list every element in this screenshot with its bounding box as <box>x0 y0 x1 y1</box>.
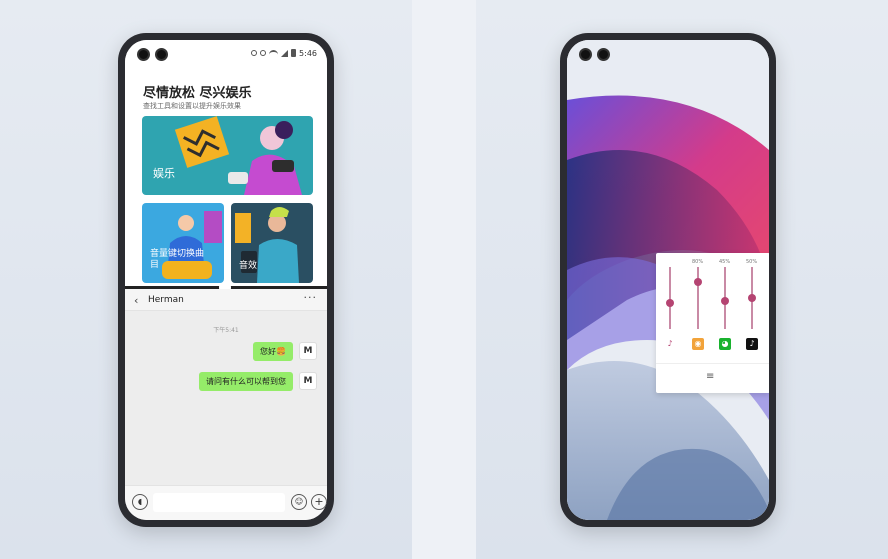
chat-app: ‹ Herman ··· 下午5:41 您好🍔 M 请问有什么可以帮到您 M <box>125 289 327 485</box>
volume-key-track-label: 音量键切换曲目 <box>150 249 205 270</box>
contact-name: Herman <box>148 295 184 305</box>
voice-input-icon[interactable]: ◖ <box>132 494 148 510</box>
right-phone-screen: 80% 45% 50% ♪ ◉ ◕ ♪ ≡ <box>567 40 769 520</box>
page-subtitle: 查找工具和设置以提升娱乐效果 <box>143 102 241 110</box>
front-camera-icon <box>579 48 592 61</box>
sound-effect-card[interactable]: 音效 <box>231 203 313 283</box>
chat-message: 请问有什么可以帮到您 <box>199 372 293 391</box>
add-attachment-icon[interactable]: + <box>311 494 327 510</box>
slider-knob[interactable] <box>748 294 756 302</box>
status-time: 5:46 <box>299 48 317 58</box>
wallpaper: 80% 45% 50% ♪ ◉ ◕ ♪ ≡ <box>567 40 769 520</box>
sound-effect-label: 音效 <box>239 261 258 271</box>
front-camera-icon <box>155 48 168 61</box>
battery-icon <box>291 49 297 57</box>
app-volume-mixer: 80% 45% 50% ♪ ◉ ◕ ♪ ≡ <box>656 253 769 393</box>
weibo-icon[interactable]: ◉ <box>692 338 704 350</box>
sound-effect-illustration <box>235 207 299 283</box>
entertainment-illustration <box>174 116 302 195</box>
volume-slider[interactable] <box>666 267 674 329</box>
menu-icon[interactable]: ≡ <box>706 371 714 382</box>
chevron-left-icon[interactable]: ‹ <box>134 294 138 307</box>
music-note-icon[interactable]: ♪ <box>664 338 676 350</box>
front-camera-icon <box>137 48 150 61</box>
volume-slider[interactable] <box>748 267 756 329</box>
eye-icon <box>251 50 258 56</box>
chat-input-bar: ◖ ☺ + <box>125 485 327 520</box>
entertainment-card[interactable]: 娱乐 <box>142 116 313 195</box>
left-phone-screen: 5:46 尽情放松 尽兴娱乐 查找工具和设置以提升娱乐效果 娱乐 音量键切换曲目… <box>125 40 327 520</box>
volume-illustration <box>162 211 222 279</box>
more-options-icon[interactable]: ··· <box>304 291 318 304</box>
avatar[interactable]: M <box>299 372 317 390</box>
emoji-icon[interactable]: ☺ <box>291 494 307 510</box>
volume-percent: 45% <box>719 259 731 265</box>
wifi-icon <box>269 49 279 57</box>
message-input[interactable] <box>153 493 285 512</box>
volume-percent: 50% <box>746 259 758 265</box>
entertainment-app: 5:46 尽情放松 尽兴娱乐 查找工具和设置以提升娱乐效果 娱乐 音量键切换曲目… <box>125 40 327 286</box>
chat-header: ‹ Herman ··· <box>125 289 327 311</box>
avatar[interactable]: M <box>299 342 317 360</box>
page-title: 尽情放松 尽兴娱乐 <box>143 86 252 101</box>
volume-slider[interactable] <box>694 267 702 329</box>
chat-message: 您好🍔 <box>253 342 293 361</box>
left-phone: 5:46 尽情放松 尽兴娱乐 查找工具和设置以提升娱乐效果 娱乐 音量键切换曲目… <box>118 33 334 527</box>
right-phone: 80% 45% 50% ♪ ◉ ◕ ♪ ≡ <box>560 33 776 527</box>
volume-key-track-card[interactable]: 音量键切换曲目 <box>142 203 224 283</box>
entertainment-card-label: 娱乐 <box>153 167 175 180</box>
slider-knob[interactable] <box>721 296 729 305</box>
wechat-icon[interactable]: ◕ <box>719 338 731 350</box>
message-timestamp: 下午5:41 <box>213 327 239 334</box>
tiktok-icon[interactable]: ♪ <box>746 338 758 350</box>
front-camera-icon <box>597 48 610 61</box>
signal-icon <box>281 49 289 57</box>
status-bar: 5:46 <box>251 46 317 60</box>
slider-knob[interactable] <box>666 299 674 308</box>
divider <box>656 363 769 364</box>
slider-knob[interactable] <box>694 277 702 286</box>
volume-percent: 80% <box>692 259 704 265</box>
clock-icon <box>260 50 267 56</box>
volume-slider[interactable] <box>721 267 729 329</box>
